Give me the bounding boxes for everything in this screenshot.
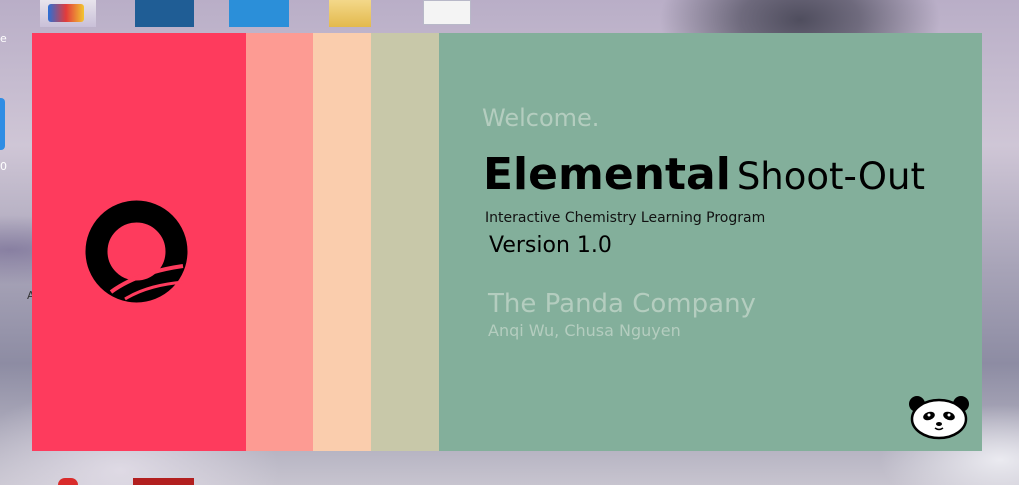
welcome-text: Welcome. [482, 104, 600, 132]
app-shortcut-icon[interactable] [135, 0, 194, 27]
splash-window: Welcome. Elemental Shoot-Out Interactive … [32, 33, 982, 451]
main-panel: Welcome. Elemental Shoot-Out Interactive … [439, 33, 982, 451]
taskbar-app-icon[interactable] [58, 478, 78, 485]
app-title: Elemental Shoot-Out [483, 149, 925, 200]
desktop-selected-icon-edge[interactable] [0, 98, 5, 150]
document-icon[interactable] [423, 0, 471, 25]
app-title-bold: Elemental [483, 149, 731, 200]
stripe-red [32, 33, 246, 451]
version-label: Version 1.0 [489, 233, 612, 258]
desktop-label-fragment: e [0, 32, 7, 45]
app-icon[interactable] [229, 0, 289, 27]
app-title-light: Shoot-Out [736, 155, 925, 198]
ring-logo-icon [85, 200, 188, 303]
stripe-salmon [246, 33, 313, 451]
panda-icon [909, 396, 969, 440]
taskbar-app-icon[interactable] [133, 478, 194, 485]
authors-text: Anqi Wu, Chusa Nguyen [488, 321, 681, 340]
desktop-label-fragment: 0 [0, 160, 7, 173]
paint-icon[interactable] [40, 0, 96, 27]
stripe-peach [313, 33, 371, 451]
stripe-sage [371, 33, 439, 451]
company-name: The Panda Company [488, 289, 756, 319]
app-subtitle: Interactive Chemistry Learning Program [485, 210, 766, 226]
folder-icon[interactable] [329, 0, 371, 27]
